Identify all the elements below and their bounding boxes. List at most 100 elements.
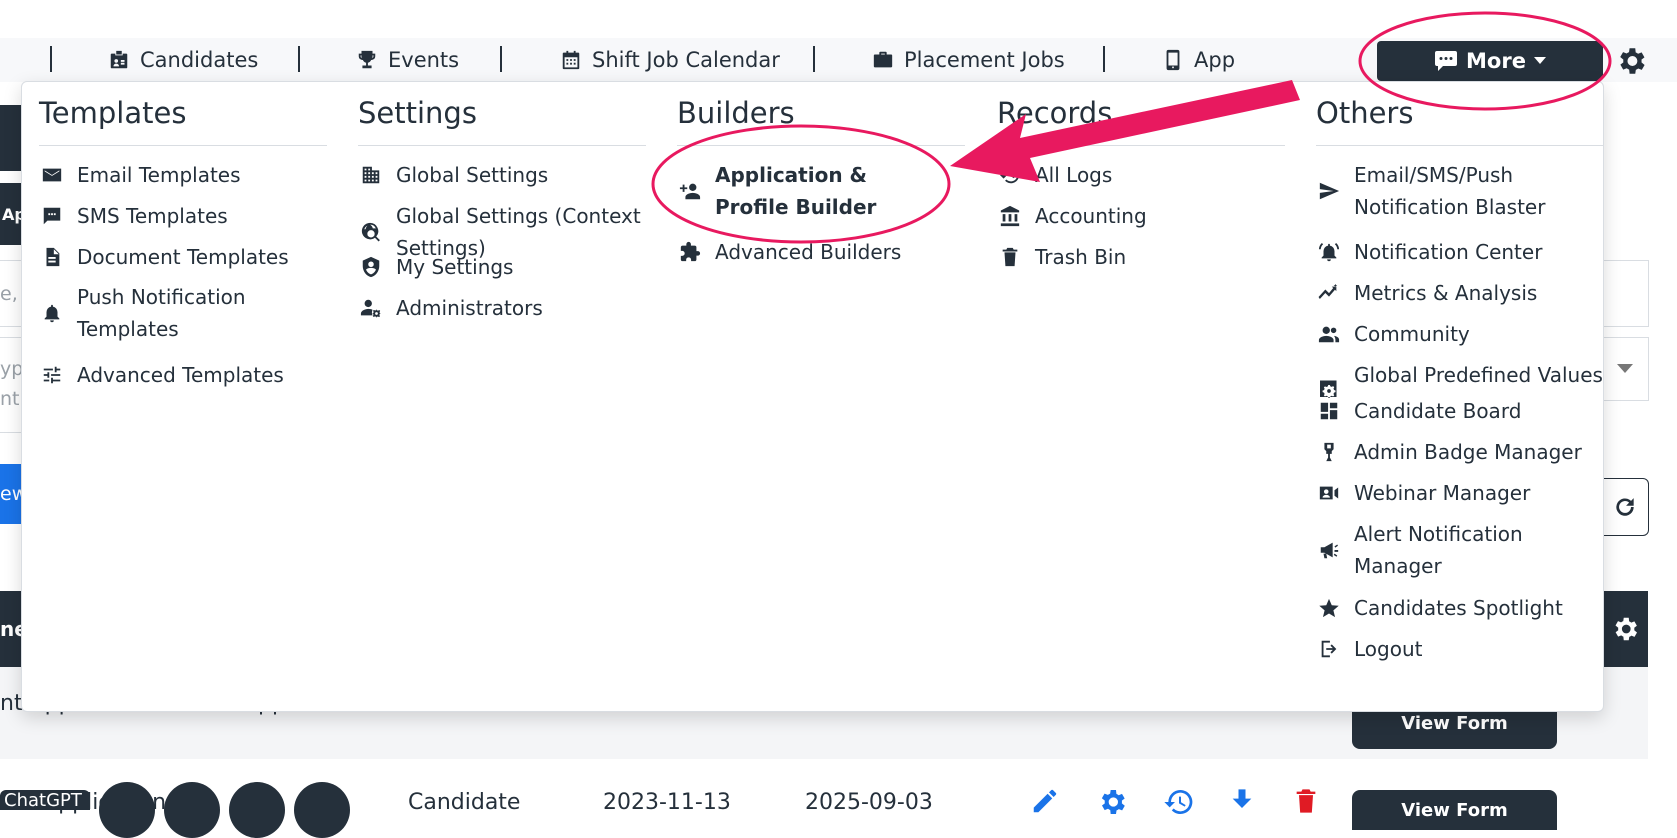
nav-candidates[interactable]: Candidates <box>108 38 258 82</box>
nav-app[interactable]: App <box>1162 38 1235 82</box>
view-form-button[interactable]: View Form <box>1352 790 1557 830</box>
menu-item-document-templates[interactable]: Document Templates <box>39 241 337 273</box>
nav-shift-job-calendar-label: Shift Job Calendar <box>592 48 780 72</box>
envelope-icon <box>42 168 62 182</box>
bg-input-2[interactable]: ype nt) <box>0 337 35 433</box>
divider <box>358 145 646 146</box>
nav-app-label: App <box>1194 48 1236 72</box>
bg-input-1[interactable]: e, <box>0 260 23 327</box>
nav-separator <box>1103 46 1105 72</box>
trash-icon <box>1002 247 1018 267</box>
document-icon <box>46 247 60 267</box>
menu-heading-builders: Builders <box>677 96 795 130</box>
more-menu-button[interactable]: More <box>1377 41 1603 81</box>
menu-heading-settings: Settings <box>358 96 477 130</box>
history-fab[interactable] <box>99 782 155 838</box>
bg-blue-button[interactable]: ew <box>0 464 27 524</box>
menu-item-candidates-spotlight[interactable]: Candidates Spotlight <box>1316 592 1614 624</box>
menu-heading-records: Records <box>997 96 1113 130</box>
menu-item-candidate-board[interactable]: Candidate Board <box>1316 395 1614 427</box>
chat-fab[interactable] <box>294 782 350 838</box>
menu-item-community[interactable]: Community <box>1316 318 1614 350</box>
shield-user-icon <box>362 256 380 278</box>
gear-icon <box>1615 617 1637 641</box>
nav-placement-jobs-label: Placement Jobs <box>904 48 1065 72</box>
trophy-icon <box>358 50 376 69</box>
chatgpt-button[interactable]: ChatGPT <box>0 790 90 810</box>
user-plus-icon <box>679 183 701 200</box>
bell-icon <box>44 304 60 323</box>
nav-candidates-label: Candidates <box>140 48 259 72</box>
divider <box>997 145 1285 146</box>
paper-plane-icon <box>1319 182 1340 200</box>
user-gear-icon <box>360 299 382 319</box>
calendar-icon <box>562 50 580 70</box>
more-label: More <box>1466 49 1526 73</box>
row2-created: 2023-11-13 <box>603 790 731 815</box>
menu-item-administrators[interactable]: Administrators <box>358 292 656 324</box>
bank-icon <box>1000 205 1020 227</box>
caret-down-icon <box>1617 364 1633 373</box>
trash-icon[interactable] <box>1292 786 1320 816</box>
settings-gear-icon[interactable] <box>1614 44 1648 78</box>
row2-updated: 2025-09-03 <box>805 790 933 815</box>
sliders-icon <box>43 366 61 384</box>
sms-message-icon <box>43 207 61 225</box>
nav-events[interactable]: Events <box>356 38 459 82</box>
megaphone-icon <box>1320 542 1339 559</box>
nav-separator <box>813 46 815 72</box>
menu-item-application-profile-builder[interactable]: Application & Profile Builder <box>677 159 935 223</box>
divider <box>39 145 327 146</box>
chart-trend-icon <box>1318 283 1338 299</box>
menu-item-email-templates[interactable]: Email Templates <box>39 159 337 191</box>
help-fab[interactable] <box>164 782 220 838</box>
menu-item-admin-badge-manager[interactable]: Admin Badge Manager <box>1316 436 1614 468</box>
menu-item-advanced-builders[interactable]: Advanced Builders <box>677 236 975 268</box>
menu-item-all-logs[interactable]: All Logs <box>997 159 1295 191</box>
star-icon <box>1319 598 1339 618</box>
menu-item-advanced-templates[interactable]: Advanced Templates <box>39 359 337 391</box>
menu-item-metrics-analysis[interactable]: Metrics & Analysis <box>1316 277 1614 309</box>
bg-dark-panel <box>0 105 22 171</box>
bg-table-header: ne <box>0 591 28 667</box>
gear-icon[interactable] <box>1096 786 1128 818</box>
edit-pencil-icon[interactable] <box>1030 786 1060 816</box>
menu-item-webinar-manager[interactable]: Webinar Manager <box>1316 477 1614 509</box>
nav-shift-job-calendar[interactable]: Shift Job Calendar <box>560 38 780 82</box>
video-user-icon <box>1319 486 1339 500</box>
history-icon[interactable] <box>1163 786 1195 818</box>
nav-placement-jobs[interactable]: Placement Jobs <box>872 38 1065 82</box>
users-icon <box>1318 326 1340 343</box>
menu-item-alert-notification-manager[interactable]: Alert Notification Manager <box>1316 518 1614 582</box>
download-icon[interactable] <box>1228 786 1256 816</box>
message-dots-icon <box>1435 51 1458 71</box>
building-icon <box>362 166 380 184</box>
menu-item-trash-bin[interactable]: Trash Bin <box>997 241 1295 273</box>
menu-item-global-settings[interactable]: Global Settings <box>358 159 656 191</box>
nav-separator <box>298 46 300 72</box>
more-dropdown-menu: Templates Email Templates SMS Templates … <box>21 81 1604 712</box>
refresh-icon <box>1616 498 1634 516</box>
bell-ring-icon <box>1318 243 1340 262</box>
menu-item-my-settings[interactable]: My Settings <box>358 251 656 283</box>
menu-item-accounting[interactable]: Accounting <box>997 200 1295 232</box>
divider <box>677 145 965 146</box>
dashboard-icon <box>1320 402 1338 420</box>
briefcase-icon <box>873 51 893 68</box>
caret-down-icon <box>1533 57 1546 64</box>
menu-item-sms-templates[interactable]: SMS Templates <box>39 200 337 232</box>
menu-item-notification-center[interactable]: Notification Center <box>1316 236 1614 268</box>
medal-badge-icon <box>1324 442 1334 462</box>
menu-heading-others: Others <box>1316 96 1414 130</box>
menu-item-notification-blaster[interactable]: Email/SMS/Push Notification Blaster <box>1316 159 1594 223</box>
menu-item-logout[interactable]: Logout <box>1316 633 1614 665</box>
notes-fab[interactable] <box>229 782 285 838</box>
menu-item-push-notification-templates[interactable]: Push Notification Templates <box>39 281 337 345</box>
nav-events-label: Events <box>388 48 460 72</box>
puzzle-piece-icon <box>680 241 701 262</box>
bg-left-button[interactable]: Ap <box>0 183 26 245</box>
logout-icon <box>1321 640 1337 658</box>
globe-search-icon <box>361 222 380 242</box>
menu-heading-templates: Templates <box>39 96 187 130</box>
history-icon <box>999 166 1020 184</box>
